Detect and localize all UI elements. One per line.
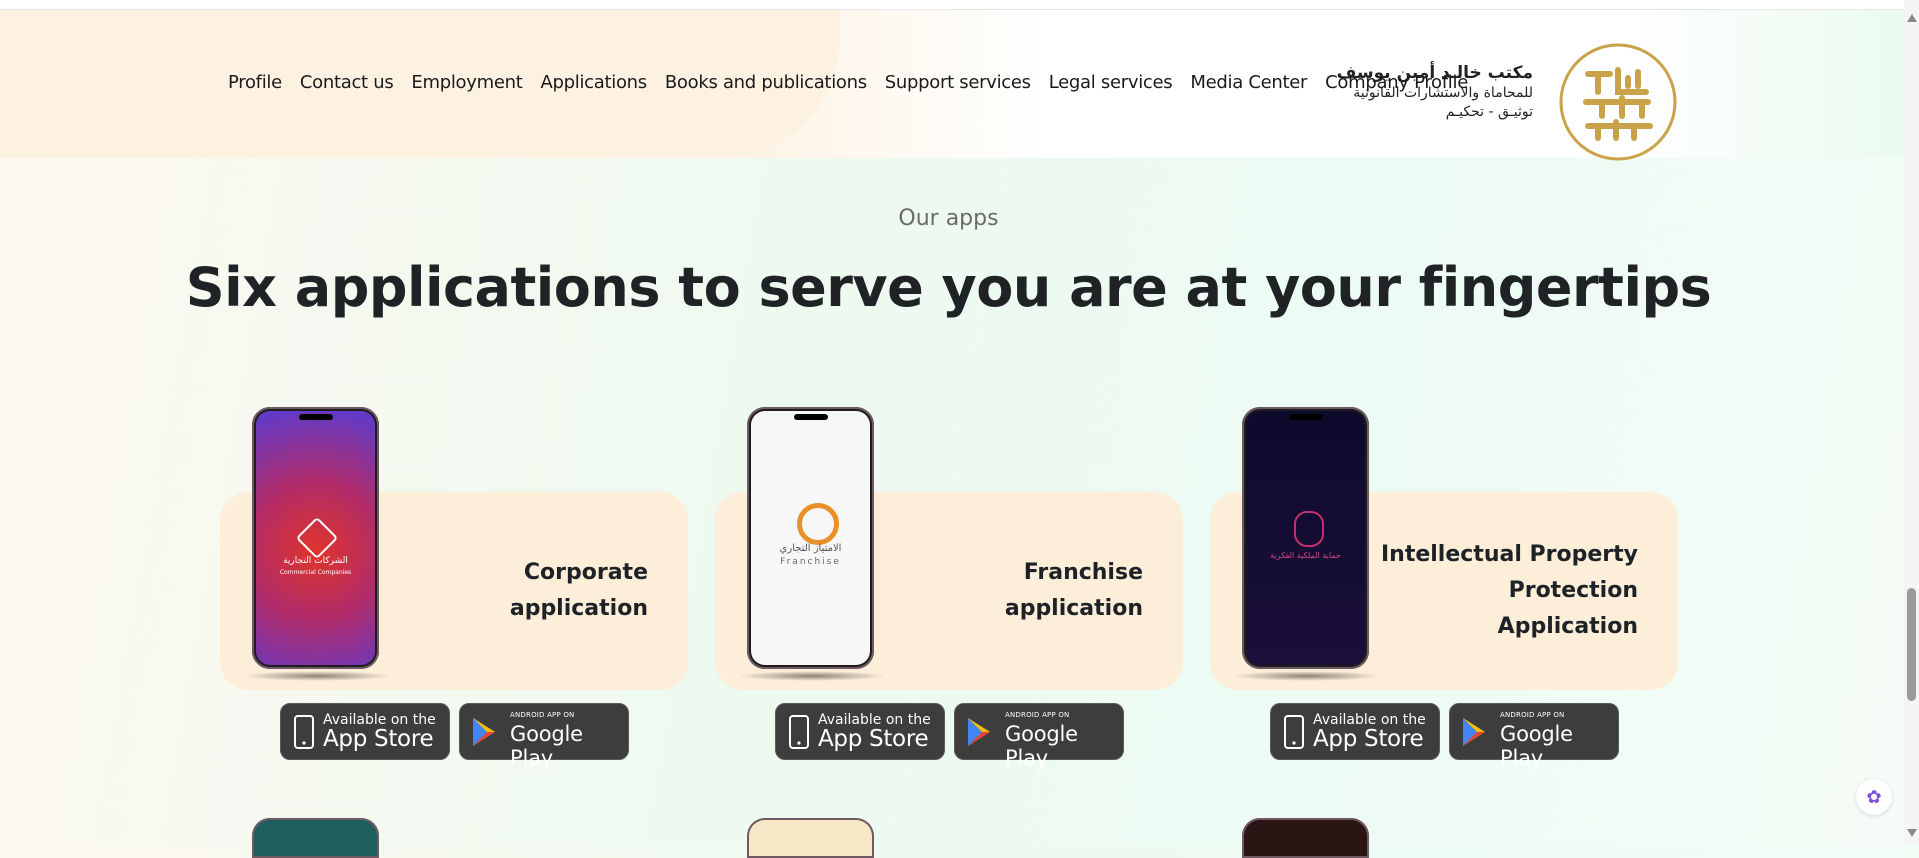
app-title: Franchise application (1004, 560, 1143, 621)
badge-small-text: ANDROID APP ON (1500, 711, 1565, 719)
google-play-icon (1463, 718, 1485, 746)
app-title: Corporate application (509, 560, 648, 621)
nav-employment[interactable]: Employment (411, 72, 522, 93)
googleplay-badge-ip-protection[interactable]: ANDROID APP ON Google Play (1449, 703, 1619, 770)
google-play-icon (473, 718, 495, 746)
top-border (0, 0, 1904, 10)
badge-big-text: App Store (323, 726, 434, 752)
fingerprint-icon (1294, 511, 1324, 547)
badge-big-text: Google Play (510, 722, 583, 770)
phone-mockup-corporate: الشركات التجارية Commercial Companies (242, 407, 392, 681)
nav-applications[interactable]: Applications (541, 72, 648, 93)
badge-big-text: App Store (1313, 726, 1424, 752)
screen-label-en: Franchise (780, 557, 841, 567)
phone-mockup-ip-protection: حماية الملكية الفكرية (1232, 407, 1382, 681)
screen-label-ar: حماية الملكية الفكرية (1270, 551, 1341, 560)
phone-mockup-peek-2 (747, 818, 874, 858)
brand-name: مكتب خالـد أمين يوسف (1336, 63, 1533, 83)
khalid-yousef-logo-icon[interactable] (1558, 42, 1678, 162)
nav-media-center[interactable]: Media Center (1190, 72, 1307, 93)
nav-profile[interactable]: Profile (228, 72, 282, 93)
appstore-badge-corporate[interactable]: Available on the App Store (280, 703, 450, 760)
google-play-icon (968, 718, 990, 746)
googleplay-badge-corporate[interactable]: ANDROID APP ON Google Play (459, 703, 629, 770)
scroll-down-icon[interactable] (1907, 829, 1917, 837)
franchise-logo-icon (797, 503, 839, 545)
handshake-icon (295, 516, 339, 560)
section-headline: Six applications to serve you are at you… (185, 256, 1712, 319)
site-header: Profile Contact us Employment Applicatio… (0, 10, 1904, 161)
scrollbar-thumb[interactable] (1907, 588, 1916, 701)
badge-small-text: ANDROID APP ON (510, 711, 575, 719)
brand-subtitle: للمحاماة والاستشارات القانونية (1353, 85, 1533, 101)
brand-text[interactable]: مكتب خالـد أمين يوسف للمحاماة والاستشارا… (1330, 62, 1533, 122)
phone-mockup-peek-3 (1242, 818, 1369, 858)
nav-legal-services[interactable]: Legal services (1049, 72, 1173, 93)
phone-mockup-peek-1 (252, 818, 379, 858)
scroll-up-icon[interactable] (1907, 14, 1917, 22)
ai-assistant-icon[interactable]: ✿ (1856, 779, 1892, 815)
phone-icon (1284, 715, 1304, 749)
screen-label-ar: الشركات التجارية (283, 556, 348, 566)
nav-support-services[interactable]: Support services (885, 72, 1031, 93)
googleplay-badge-franchise[interactable]: ANDROID APP ON Google Play (954, 703, 1124, 770)
badge-small-text: ANDROID APP ON (1005, 711, 1070, 719)
badge-big-text: Google Play (1005, 722, 1078, 770)
badge-big-text: App Store (818, 726, 929, 752)
phone-mockup-franchise: الامتياز التجاري Franchise (737, 407, 887, 681)
section-kicker: Our apps (898, 206, 999, 231)
page-scrollbar[interactable] (1904, 0, 1919, 845)
nav-books-publications[interactable]: Books and publications (665, 72, 867, 93)
phone-icon (294, 715, 314, 749)
brand-services: توثيـق - تحكيـم (1445, 104, 1533, 120)
main-nav: Profile Contact us Employment Applicatio… (228, 72, 1486, 93)
app-title: Intellectual Property Protection Applica… (1380, 542, 1638, 639)
nav-contact-us[interactable]: Contact us (300, 72, 394, 93)
badge-big-text: Google Play (1500, 722, 1573, 770)
appstore-badge-franchise[interactable]: Available on the App Store (775, 703, 945, 760)
phone-icon (789, 715, 809, 749)
appstore-badge-ip-protection[interactable]: Available on the App Store (1270, 703, 1440, 760)
screen-label-en: Commercial Companies (279, 569, 352, 576)
screen-label-ar: الامتياز التجاري (779, 543, 842, 554)
